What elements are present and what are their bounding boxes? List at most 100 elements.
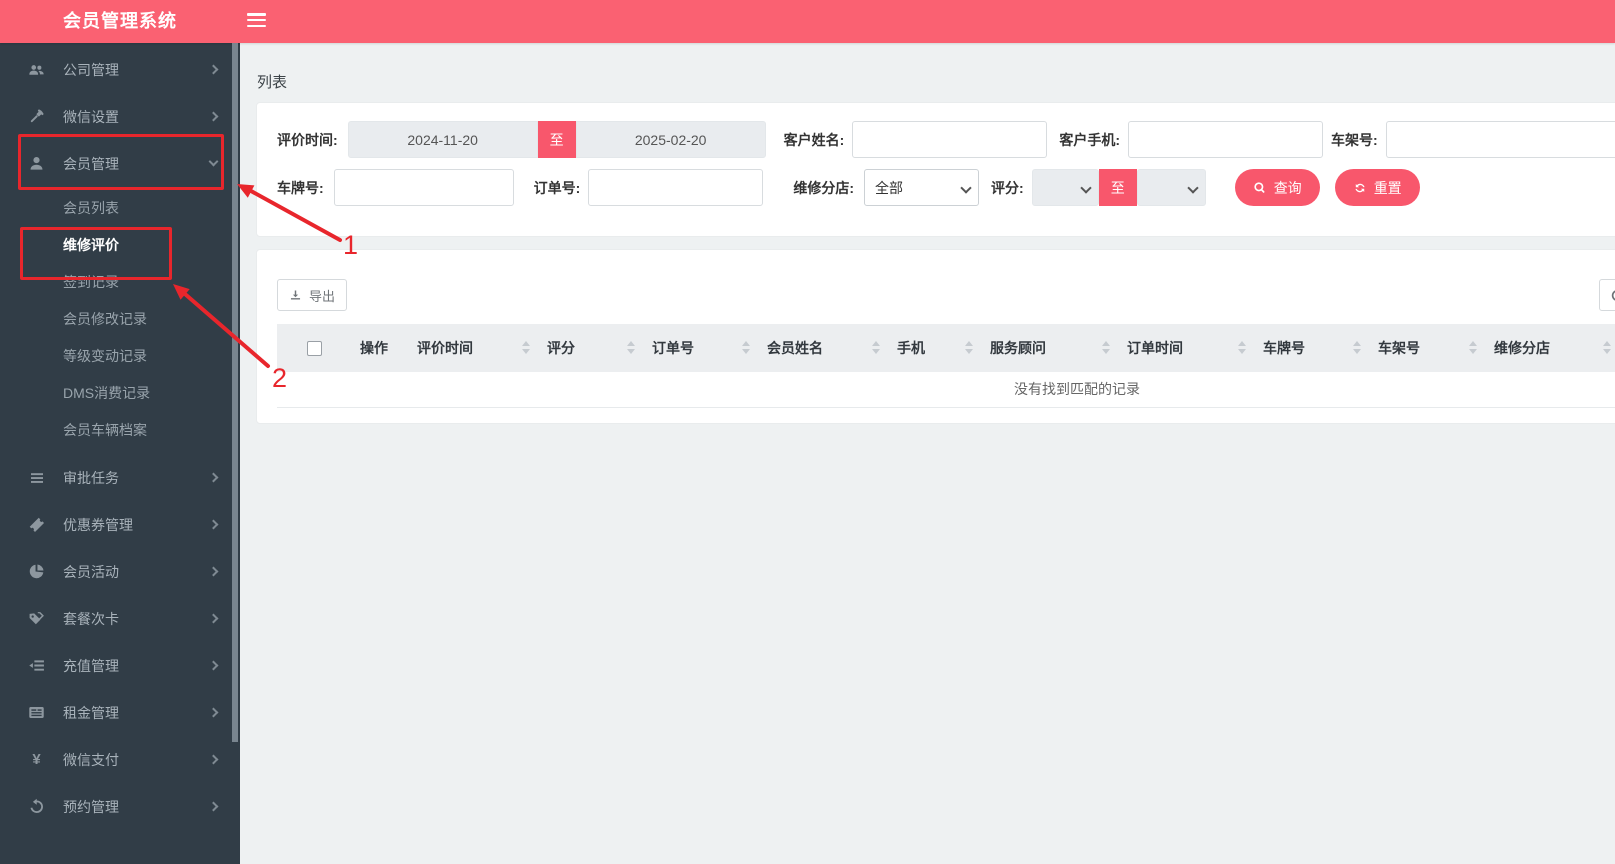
sidebar-subitem-level-change-records[interactable]: 等级变动记录 [0, 337, 240, 374]
sidebar-item-rent-mgmt[interactable]: 租金管理 [0, 689, 240, 736]
hamburger-menu-icon[interactable] [247, 13, 266, 30]
sidebar-item-label: 套餐次卡 [63, 610, 119, 627]
sidebar-item-label: 充值管理 [63, 657, 119, 674]
document-icon [27, 704, 46, 721]
filter-row-2: 车牌号: 订单号: 维修分店: 全部 评分: 至 查询 重置 [277, 169, 1615, 206]
store-label: 维修分店: [793, 179, 855, 196]
col-service-advisor[interactable]: 服务顾问 [982, 324, 1119, 372]
select-all-checkbox[interactable] [307, 341, 322, 357]
plate-label: 车牌号: [277, 179, 324, 196]
plate-input[interactable] [333, 169, 514, 206]
page-title: 列表 [257, 74, 288, 91]
sort-icon[interactable] [1353, 341, 1361, 354]
col-actions: 操作 [360, 340, 388, 356]
results-table: 操作 评价时间 评分 订单号 会员姓名 手机 服务顾问 订单时间 车牌号 车架号… [277, 324, 1615, 408]
sidebar-item-company-mgmt[interactable]: 公司管理 [0, 46, 240, 93]
vin-input[interactable] [1385, 121, 1615, 158]
sort-icon[interactable] [742, 341, 750, 354]
download-icon [289, 289, 302, 302]
date-range-to-chip: 至 [537, 121, 576, 158]
col-score[interactable]: 评分 [539, 324, 644, 372]
list-icon [27, 470, 46, 486]
sidebar-item-label: 微信设置 [63, 108, 119, 125]
score-to-chip: 至 [1098, 169, 1137, 206]
empty-state-row: 没有找到匹配的记录 [277, 372, 1615, 408]
sidebar-item-label: 审批任务 [63, 469, 119, 486]
sidebar-scrollbar[interactable] [232, 43, 238, 742]
coupon-icon [27, 516, 46, 533]
empty-state-text: 没有找到匹配的记录 [277, 372, 1615, 408]
tags-icon [27, 610, 46, 627]
sidebar-item-wechat-pay[interactable]: ¥ 微信支付 [0, 736, 240, 783]
score-to-select[interactable] [1136, 169, 1206, 206]
chevron-right-icon [208, 801, 219, 812]
chevron-right-icon [208, 111, 219, 122]
sidebar-subitem-member-list[interactable]: 会员列表 [0, 189, 240, 226]
top-header: 会员管理系统 [0, 0, 1615, 43]
store-select-value: 全部 [875, 179, 904, 196]
app-title: 会员管理系统 [63, 11, 177, 31]
customer-name-input[interactable] [852, 121, 1048, 158]
table-header-row: 操作 评价时间 评分 订单号 会员姓名 手机 服务顾问 订单时间 车牌号 车架号… [277, 324, 1615, 372]
col-order-time[interactable]: 订单时间 [1119, 324, 1255, 372]
date-to-input[interactable] [575, 121, 766, 158]
eval-time-label: 评价时间: [277, 131, 338, 148]
col-member-name[interactable]: 会员姓名 [759, 324, 889, 372]
col-plate-no[interactable]: 车牌号 [1255, 324, 1370, 372]
chevron-down-icon [208, 156, 219, 167]
col-eval-time[interactable]: 评价时间 [409, 324, 539, 372]
date-from-input[interactable] [347, 121, 538, 158]
sidebar-subitem-repair-evaluation[interactable]: 维修评价 [0, 226, 240, 263]
sort-icon[interactable] [1469, 341, 1477, 354]
customer-phone-input[interactable] [1128, 121, 1324, 158]
sidebar-item-recharge-mgmt[interactable]: 充值管理 [0, 642, 240, 689]
chevron-right-icon [208, 472, 219, 483]
search-button[interactable]: 查询 [1234, 169, 1320, 206]
chevron-right-icon [208, 519, 219, 530]
col-order-no[interactable]: 订单号 [644, 324, 759, 372]
sidebar-item-reservation-mgmt[interactable]: 预约管理 [0, 783, 240, 830]
score-from-select[interactable] [1031, 169, 1099, 206]
customer-phone-label: 客户手机: [1059, 131, 1121, 148]
history-icon [27, 798, 46, 815]
chevron-down-icon [960, 181, 972, 194]
order-no-input[interactable] [588, 169, 764, 206]
sidebar-item-coupon-mgmt[interactable]: 优惠券管理 [0, 501, 240, 548]
chevron-right-icon [208, 566, 219, 577]
store-select[interactable]: 全部 [864, 169, 980, 206]
recharge-icon [27, 657, 46, 674]
chevron-down-icon [1080, 181, 1092, 194]
sidebar-nav: 公司管理 微信设置 会员管理 会员列表 维修评价 签到记录 会员修改记录 等级变… [0, 43, 240, 864]
sidebar-item-wechat-settings[interactable]: 微信设置 [0, 93, 240, 140]
sort-icon[interactable] [1102, 341, 1110, 354]
sort-icon[interactable] [965, 341, 973, 354]
chevron-right-icon [208, 707, 219, 718]
sidebar-subitem-checkin-records[interactable]: 签到记录 [0, 263, 240, 300]
sort-icon[interactable] [627, 341, 635, 354]
sidebar-item-approval-tasks[interactable]: 审批任务 [0, 454, 240, 501]
vin-label: 车架号: [1331, 131, 1378, 148]
sidebar-item-label: 租金管理 [63, 704, 119, 721]
col-repair-store[interactable]: 维修分店 [1486, 324, 1615, 372]
sidebar-item-member-mgmt[interactable]: 会员管理 [0, 140, 240, 187]
sidebar-item-member-activities[interactable]: 会员活动 [0, 548, 240, 595]
export-button[interactable]: 导出 [277, 279, 348, 311]
sort-icon[interactable] [1603, 341, 1611, 354]
customer-name-label: 客户姓名: [783, 131, 845, 148]
table-refresh-button[interactable] [1599, 279, 1615, 311]
filter-row-1: 评价时间: 至 客户姓名: 客户手机: 车架号: [277, 121, 1615, 158]
sort-icon[interactable] [522, 341, 530, 354]
sidebar-subitem-member-vehicle-files[interactable]: 会员车辆档案 [0, 411, 240, 448]
sort-icon[interactable] [872, 341, 880, 354]
sidebar-item-label: 预约管理 [63, 798, 119, 815]
sort-icon[interactable] [1238, 341, 1246, 354]
sidebar-subitem-dms-consume-records[interactable]: DMS消费记录 [0, 374, 240, 411]
col-phone[interactable]: 手机 [889, 324, 982, 372]
sidebar-item-package-cards[interactable]: 套餐次卡 [0, 595, 240, 642]
sidebar-item-label: 会员活动 [63, 563, 119, 580]
sidebar-subitem-member-edit-records[interactable]: 会员修改记录 [0, 300, 240, 337]
reset-button[interactable]: 重置 [1334, 169, 1420, 206]
col-vin[interactable]: 车架号 [1370, 324, 1486, 372]
chevron-right-icon [208, 64, 219, 75]
users-icon [27, 61, 46, 78]
